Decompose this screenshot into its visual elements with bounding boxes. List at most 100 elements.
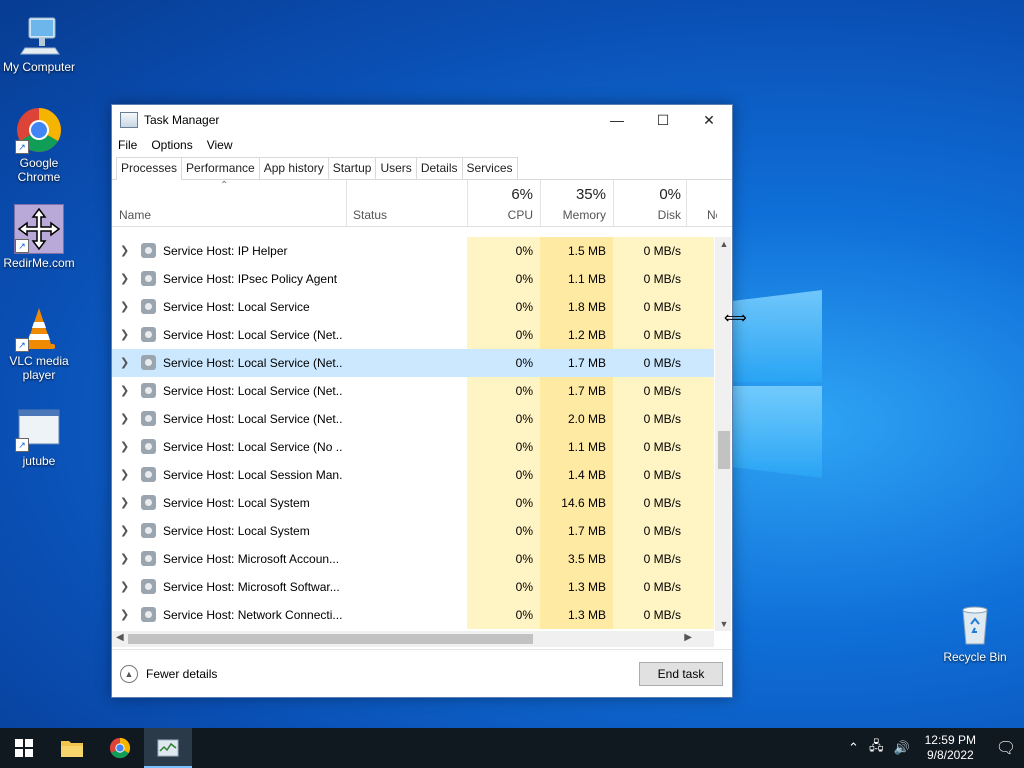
expand-chevron-icon[interactable]: ❯ <box>120 293 130 321</box>
close-button[interactable]: ✕ <box>686 105 732 135</box>
menu-file[interactable]: File <box>118 138 137 152</box>
process-row[interactable]: ❯ Service Host: Microsoft Accoun... 0% 3.5 … <box>112 545 714 573</box>
process-cpu: 0% <box>467 377 540 405</box>
process-row[interactable]: ❯ Service Host: Local System 0% 1.7 MB 0 MB/… <box>112 517 714 545</box>
process-name: Service Host: Local Service (Net... <box>163 356 343 370</box>
gear-icon <box>141 355 156 370</box>
fewer-details-label: Fewer details <box>146 667 218 681</box>
scroll-up-icon[interactable]: ▲ <box>718 239 730 249</box>
end-task-button[interactable]: End task <box>639 662 723 686</box>
process-network <box>686 237 714 265</box>
network-icon[interactable]: 🖧 <box>869 737 884 759</box>
volume-icon[interactable]: 🔊 <box>893 740 909 756</box>
desktop-icon-recycle-bin[interactable]: Recycle Bin <box>937 600 1013 664</box>
menu-options[interactable]: Options <box>151 138 192 152</box>
expand-chevron-icon[interactable]: ❯ <box>120 573 130 601</box>
column-status[interactable]: Status <box>347 180 467 226</box>
gear-icon <box>141 299 156 314</box>
expand-chevron-icon[interactable]: ❯ <box>120 405 130 433</box>
minimize-button[interactable]: — <box>594 105 640 135</box>
column-disk[interactable]: 0% Disk <box>614 180 686 226</box>
clock[interactable]: 12:59 PM 9/8/2022 <box>925 733 976 763</box>
process-row[interactable]: ❯ Service Host: Local System 0% 14.6 MB 0 MB… <box>112 489 714 517</box>
vertical-scroll-thumb[interactable] <box>718 431 730 469</box>
process-name: Service Host: Local System <box>163 496 310 510</box>
process-disk: 0 MB/s <box>613 433 686 461</box>
vertical-scrollbar[interactable]: ▲ ▼ <box>715 237 731 631</box>
process-memory: 1.3 MB <box>540 573 613 601</box>
expand-chevron-icon[interactable]: ❯ <box>120 321 130 349</box>
column-name[interactable]: ⌃ Name <box>112 180 346 226</box>
process-cpu: 0% <box>467 489 540 517</box>
process-name: Service Host: Local Session Man... <box>163 468 343 482</box>
taskbar-file-explorer[interactable] <box>48 728 96 768</box>
expand-chevron-icon[interactable]: ❯ <box>120 461 130 489</box>
notifications-icon[interactable]: 🗨 <box>988 738 1024 758</box>
chevron-up-icon[interactable]: ⌃ <box>848 740 859 756</box>
tab-services[interactable]: Services <box>461 157 518 179</box>
title-bar[interactable]: Task Manager — ☐ ✕ <box>112 105 732 135</box>
expand-chevron-icon[interactable]: ❯ <box>120 349 130 377</box>
process-name: Service Host: Microsoft Accoun... <box>163 552 340 566</box>
process-disk: 0 MB/s <box>613 517 686 545</box>
task-manager-icon <box>120 112 138 128</box>
process-name: Service Host: IPsec Policy Agent <box>163 272 338 286</box>
process-name: Service Host: Local Service <box>163 300 310 314</box>
column-network[interactable]: Netw <box>687 180 717 226</box>
expand-chevron-icon[interactable]: ❯ <box>120 377 130 405</box>
process-row[interactable]: ❯ Service Host: Local Service (Net... 0% 2.… <box>112 405 714 433</box>
process-cpu: 0% <box>467 237 540 265</box>
taskbar-chrome[interactable] <box>96 728 144 768</box>
column-cpu[interactable]: 6% CPU <box>468 180 540 226</box>
process-row[interactable]: ❯ Service Host: Local Service 0% 1.8 MB 0 MB… <box>112 293 714 321</box>
desktop-icon-my-computer[interactable]: My Computer <box>1 10 77 74</box>
gear-icon <box>141 327 156 342</box>
process-row[interactable]: ❯ Service Host: Microsoft Softwar... 0% 1.3… <box>112 573 714 601</box>
process-cpu: 0% <box>467 517 540 545</box>
desktop-icon-redirme[interactable]: ↗ RedirMe.com <box>1 204 77 270</box>
scroll-left-icon[interactable]: ◀ <box>116 632 124 643</box>
process-row[interactable]: ❯ Service Host: IP Helper 0% 1.5 MB 0 MB/s <box>112 237 714 265</box>
tab-users[interactable]: Users <box>375 157 417 179</box>
scroll-right-icon[interactable]: ▶ <box>684 632 692 643</box>
expand-chevron-icon[interactable]: ❯ <box>120 489 130 517</box>
tab-app-history[interactable]: App history <box>258 157 329 179</box>
process-row[interactable]: ❯ Service Host: Local Service (No ... 0% 1.… <box>112 433 714 461</box>
process-row[interactable]: ❯ Service Host: IPsec Policy Agent 0% 1.1 M… <box>112 265 714 293</box>
process-row[interactable]: ❯ Service Host: Local Service (Net... 0% 1.… <box>112 377 714 405</box>
scroll-down-icon[interactable]: ▼ <box>718 619 730 629</box>
tab-startup[interactable]: Startup <box>327 157 377 179</box>
horizontal-scrollbar[interactable]: ◀ ▶ <box>112 631 714 647</box>
process-row[interactable]: ❯ Service Host: Local Service (Net... 0% 1.… <box>112 321 714 349</box>
expand-chevron-icon[interactable]: ❯ <box>120 601 130 629</box>
start-button[interactable] <box>0 728 48 768</box>
process-row[interactable]: ❯ Service Host: Network Connecti... 0% 1.3 … <box>112 601 714 629</box>
process-row[interactable]: ❯ Service Host: Local Session Man... 0% 1.4… <box>112 461 714 489</box>
process-disk: 0 MB/s <box>613 377 686 405</box>
desktop-icon-label: jutube <box>22 454 56 468</box>
tab-details[interactable]: Details <box>415 157 463 179</box>
process-cpu: 0% <box>467 601 540 629</box>
column-memory[interactable]: 35% Memory <box>541 180 613 226</box>
expand-chevron-icon[interactable]: ❯ <box>120 265 130 293</box>
menu-view[interactable]: View <box>207 138 233 152</box>
process-disk: 0 MB/s <box>613 349 686 377</box>
process-name: Service Host: Network Connecti... <box>163 608 343 622</box>
fewer-details-button[interactable]: ▲ Fewer details <box>120 665 217 683</box>
taskbar-task-manager[interactable] <box>144 728 192 768</box>
desktop-icon-google-chrome[interactable]: ↗ Google Chrome <box>1 106 77 184</box>
expand-chevron-icon[interactable]: ❯ <box>120 517 130 545</box>
tab-performance[interactable]: Performance <box>181 157 260 179</box>
shortcut-arrow-icon: ↗ <box>15 239 29 253</box>
expand-chevron-icon[interactable]: ❯ <box>120 237 130 265</box>
desktop-icon-jutube[interactable]: ↗ jutube <box>1 404 77 468</box>
tab-processes[interactable]: Processes <box>116 157 183 180</box>
process-disk: 0 MB/s <box>613 545 686 573</box>
expand-chevron-icon[interactable]: ❯ <box>120 433 130 461</box>
horizontal-scroll-thumb[interactable] <box>128 634 533 644</box>
desktop-icon-vlc[interactable]: ↗ VLC media player <box>1 304 77 382</box>
process-row[interactable]: ❯ Service Host: Local Service (Net... 0% 1.… <box>112 349 714 377</box>
expand-chevron-icon[interactable]: ❯ <box>120 545 130 573</box>
maximize-button[interactable]: ☐ <box>640 105 686 135</box>
chrome-icon <box>109 737 131 759</box>
